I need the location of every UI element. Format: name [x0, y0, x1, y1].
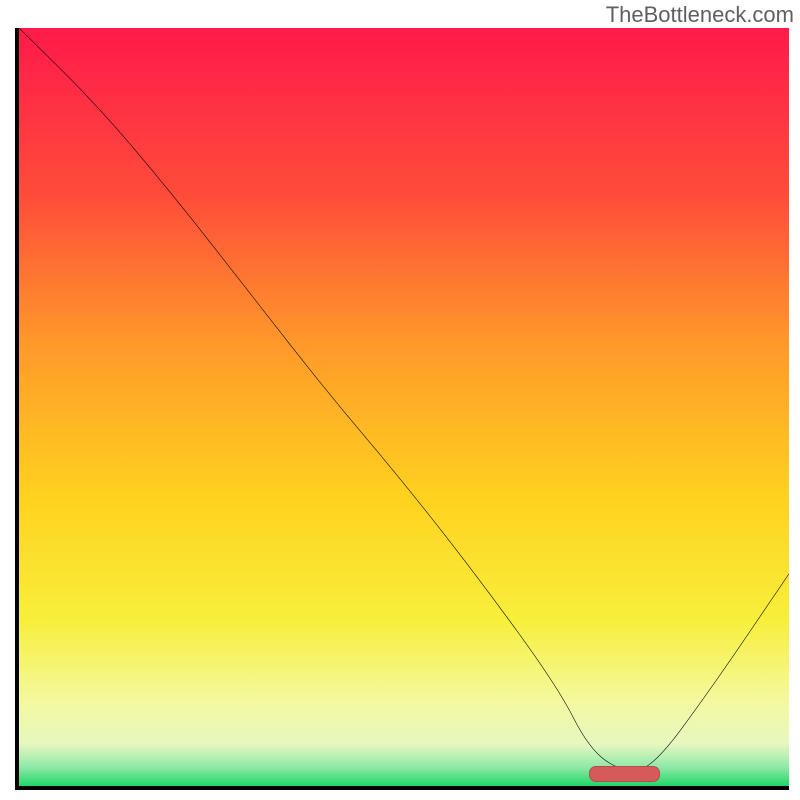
- bottleneck-curve-line: [19, 28, 789, 786]
- optimal-region-marker: [589, 766, 660, 782]
- watermark-text: TheBottleneck.com: [606, 2, 794, 28]
- bottleneck-chart: TheBottleneck.com: [0, 0, 800, 800]
- plot-area: [15, 28, 789, 790]
